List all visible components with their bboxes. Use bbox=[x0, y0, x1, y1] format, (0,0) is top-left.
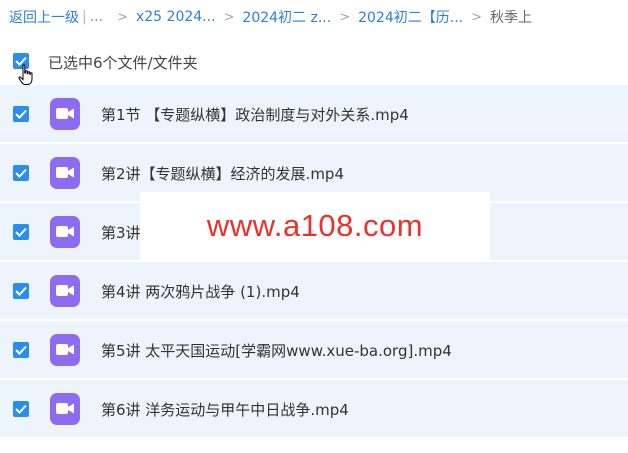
breadcrumb-separator: > bbox=[339, 9, 351, 25]
video-file-icon bbox=[50, 216, 80, 248]
file-checkbox[interactable] bbox=[13, 106, 29, 122]
video-camera-icon bbox=[56, 344, 74, 355]
file-name[interactable]: 第5讲 太平天国运动[学霸网www.xue-ba.org].mp4 bbox=[101, 340, 452, 361]
video-file-icon bbox=[50, 157, 80, 189]
video-file-icon bbox=[50, 334, 80, 366]
file-row[interactable]: 第5讲 太平天国运动[学霸网www.xue-ba.org].mp4 bbox=[0, 321, 628, 380]
watermark-overlay: www.a108.com bbox=[140, 192, 490, 260]
file-name[interactable]: 第3讲 bbox=[101, 222, 141, 243]
watermark-text: www.a108.com bbox=[206, 208, 424, 243]
video-camera-icon bbox=[56, 403, 74, 414]
file-checkbox[interactable] bbox=[13, 283, 29, 299]
check-icon bbox=[15, 404, 27, 414]
selection-count-label: 已选中6个文件/文件夹 bbox=[48, 53, 198, 72]
file-checkbox[interactable] bbox=[13, 342, 29, 358]
check-icon bbox=[15, 109, 27, 119]
breadcrumb-item-2024-chuer-z[interactable]: 2024初二 z... bbox=[242, 7, 331, 27]
check-icon bbox=[15, 227, 27, 237]
file-list: 第1节 【专题纵横】政治制度与对外关系.mp4 第2讲【专题纵横】经济的发展.m… bbox=[0, 85, 628, 439]
breadcrumb: 返回上一级 | ... > x25 2024... > 2024初二 z... … bbox=[0, 0, 628, 34]
breadcrumb-separator: > bbox=[471, 9, 482, 25]
video-camera-icon bbox=[56, 285, 74, 296]
breadcrumb-separator: > bbox=[117, 9, 128, 25]
breadcrumb-item-x25[interactable]: x25 2024... bbox=[136, 9, 216, 25]
file-row[interactable]: 第6讲 洋务运动与甲午中日战争.mp4 bbox=[0, 380, 628, 439]
breadcrumb-ellipsis[interactable]: ... bbox=[90, 9, 103, 25]
file-name[interactable]: 第4讲 两次鸦片战争 (1).mp4 bbox=[101, 281, 300, 302]
check-icon bbox=[15, 286, 27, 296]
file-checkbox[interactable] bbox=[13, 165, 29, 181]
file-row[interactable]: 第4讲 两次鸦片战争 (1).mp4 bbox=[0, 262, 628, 321]
check-icon bbox=[15, 345, 27, 355]
video-camera-icon bbox=[56, 167, 74, 178]
video-file-icon bbox=[50, 393, 80, 425]
file-name[interactable]: 第6讲 洋务运动与甲午中日战争.mp4 bbox=[101, 399, 349, 420]
breadcrumb-item-2024-chuer-history[interactable]: 2024初二【历... bbox=[358, 7, 463, 27]
file-row[interactable]: 第1节 【专题纵横】政治制度与对外关系.mp4 bbox=[0, 85, 628, 144]
file-name[interactable]: 第1节 【专题纵横】政治制度与对外关系.mp4 bbox=[101, 104, 409, 125]
file-checkbox[interactable] bbox=[13, 224, 29, 240]
video-camera-icon bbox=[56, 226, 74, 237]
check-icon bbox=[15, 168, 27, 178]
back-link[interactable]: 返回上一级 bbox=[9, 7, 79, 27]
video-file-icon bbox=[50, 275, 80, 307]
file-name[interactable]: 第2讲【专题纵横】经济的发展.mp4 bbox=[101, 163, 344, 184]
select-all-bar: 已选中6个文件/文件夹 bbox=[0, 38, 628, 86]
video-camera-icon bbox=[56, 108, 74, 119]
breadcrumb-divider: | bbox=[82, 9, 87, 25]
breadcrumb-separator: > bbox=[223, 9, 235, 25]
file-checkbox[interactable] bbox=[13, 401, 29, 417]
video-file-icon bbox=[50, 98, 80, 130]
hand-pointer-icon bbox=[18, 64, 33, 85]
breadcrumb-current: 秋季上 bbox=[490, 10, 532, 26]
